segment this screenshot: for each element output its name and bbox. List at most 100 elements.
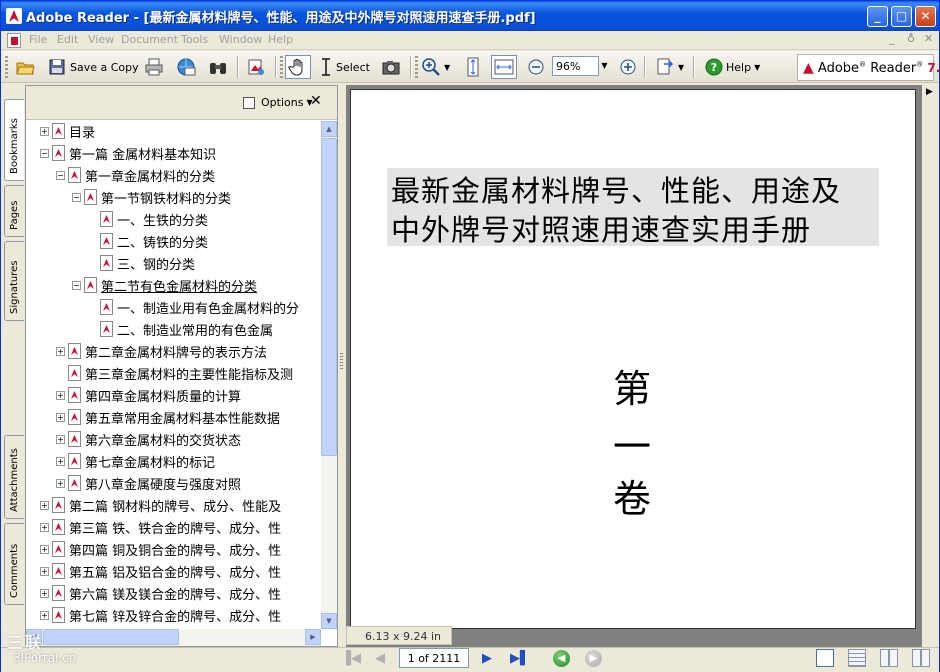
save-copy-button[interactable]: Save a Copy	[47, 55, 139, 79]
tab-comments[interactable]: Comments	[4, 523, 24, 605]
expand-icon[interactable]: +	[40, 544, 49, 554]
scroll-thumb[interactable]	[321, 138, 337, 456]
single-page-layout-icon[interactable]	[816, 649, 834, 667]
go-back-icon[interactable]: ◀	[553, 650, 570, 667]
rotate-view-button[interactable]: ▼	[655, 55, 684, 79]
bookmark-item[interactable]: + 第五章常用金属材料基本性能数据	[56, 406, 280, 428]
bookmark-item[interactable]: − 第二节有色金属材料的分类	[72, 274, 257, 296]
collapse-icon[interactable]: −	[72, 192, 81, 202]
doc-scroll-right-arrow-icon[interactable]: ▶	[926, 87, 933, 97]
help-chevron-down-icon[interactable]: ▼	[754, 63, 760, 72]
facing-layout-icon[interactable]	[880, 649, 898, 667]
continuous-layout-icon[interactable]	[848, 649, 866, 667]
zoom-dropdown-chevron-icon[interactable]: ▼	[599, 56, 610, 76]
bookmark-item[interactable]: 二、制造业常用的有色金属	[88, 318, 273, 340]
previous-page-icon[interactable]: ◀	[375, 651, 385, 670]
bookmark-item[interactable]: + 第七篇 锌及锌合金的牌号、成分、性	[40, 604, 281, 626]
document-icon[interactable]	[7, 33, 21, 48]
hscroll-thumb[interactable]	[43, 629, 179, 645]
collapse-icon[interactable]: −	[40, 148, 49, 158]
zoom-input[interactable]: 96%	[552, 56, 599, 76]
search-button[interactable]	[208, 55, 228, 79]
tab-pages[interactable]: Pages	[4, 185, 24, 237]
bookmark-item[interactable]: + 第七章金属材料的标记	[56, 450, 215, 472]
first-page-icon[interactable]: ▐◀	[341, 651, 361, 670]
expand-icon[interactable]: +	[40, 126, 49, 136]
menu-tools[interactable]: Tools	[181, 33, 208, 46]
bookmark-item[interactable]: 三、钢的分类	[88, 252, 195, 274]
maximize-button[interactable]: □	[891, 6, 912, 27]
chevron-down-icon[interactable]: ▼	[444, 63, 450, 72]
print-button[interactable]	[144, 55, 164, 79]
scroll-up-arrow-icon[interactable]: ▲	[321, 121, 337, 137]
doc-minimize-button[interactable]: _	[889, 32, 895, 45]
collapse-icon[interactable]: −	[56, 170, 65, 180]
bookmark-item[interactable]: 一、生铁的分类	[88, 208, 208, 230]
pdf-page[interactable]: 最新金属材料牌号、性能、用途及 中外牌号对照速用速查实用手册 第 一 卷	[350, 89, 916, 629]
bookmark-item[interactable]: − 第一节钢铁材料的分类	[72, 186, 231, 208]
tab-attachments[interactable]: Attachments	[4, 435, 24, 519]
next-page-icon[interactable]: ▶	[482, 651, 492, 670]
tab-bookmarks[interactable]: Bookmarks	[4, 99, 24, 181]
fit-page-button[interactable]	[463, 55, 483, 79]
expand-icon[interactable]: +	[40, 610, 49, 620]
panel-splitter[interactable]	[338, 85, 346, 647]
expand-icon[interactable]: +	[40, 500, 49, 510]
zoom-in-button[interactable]	[618, 55, 638, 79]
menu-edit[interactable]: Edit	[57, 33, 78, 46]
bookmark-item[interactable]: 第三章金属材料的主要性能指标及测	[56, 362, 293, 384]
bookmark-item[interactable]: + 第五篇 铝及铝合金的牌号、成分、性	[40, 560, 281, 582]
bookmark-item[interactable]: − 第一篇 金属材料基本知识	[40, 142, 216, 164]
doc-close-button[interactable]: ✕	[924, 32, 933, 45]
bookmark-tree[interactable]: + 目录 − 第一篇 金属材料基本知识 − 第一章金属材料的分类 − 第一节钢铁材料的分类 一、…	[26, 121, 321, 629]
expand-icon[interactable]: +	[56, 434, 65, 444]
toolbar-grip[interactable]	[5, 56, 8, 78]
scroll-right-arrow-icon[interactable]: ▶	[305, 629, 321, 645]
zoom-out-button[interactable]	[526, 55, 546, 79]
open-button[interactable]	[15, 55, 35, 79]
expand-icon[interactable]: +	[56, 346, 65, 356]
menu-window[interactable]: Window	[219, 33, 262, 46]
expand-icon[interactable]: +	[40, 522, 49, 532]
bookmark-item[interactable]: 二、铸铁的分类	[88, 230, 208, 252]
minimize-button[interactable]: _	[867, 6, 888, 27]
toolbar-grip-2[interactable]	[280, 56, 283, 78]
bookmark-item[interactable]: + 第二篇 钢材料的牌号、成分、性能及	[40, 494, 281, 516]
expand-icon[interactable]: +	[40, 588, 49, 598]
last-page-icon[interactable]: ▶▌	[510, 651, 530, 670]
panel-vertical-scrollbar[interactable]: ▲ ▼	[321, 121, 337, 629]
zoom-in-tool-button[interactable]: ▼	[421, 55, 450, 79]
bookmark-item[interactable]: + 目录	[40, 121, 95, 142]
go-forward-icon[interactable]: ▶	[585, 650, 602, 667]
expand-icon[interactable]: +	[40, 566, 49, 576]
bookmark-item[interactable]: + 第六章金属材料的交货状态	[56, 428, 241, 450]
menu-file[interactable]: File	[29, 33, 47, 46]
bookmark-item[interactable]: + 第八章金属硬度与强度对照	[56, 472, 241, 494]
bookmark-item[interactable]: + 第四篇 铜及铜合金的牌号、成分、性	[40, 538, 281, 560]
help-button[interactable]: ? Help ▼	[705, 55, 760, 79]
bookmark-item[interactable]: + 第六篇 镁及镁合金的牌号、成分、性	[40, 582, 281, 604]
tab-signatures[interactable]: Signatures	[4, 241, 24, 321]
email-button[interactable]	[176, 55, 196, 79]
select-tool-button[interactable]: Select	[319, 55, 370, 79]
toolbar-grip-3[interactable]	[415, 56, 418, 78]
document-view[interactable]: 最新金属材料牌号、性能、用途及 中外牌号对照速用速查实用手册 第 一 卷	[346, 85, 922, 647]
bookmark-item[interactable]: + 第四章金属材料质量的计算	[56, 384, 241, 406]
close-button[interactable]: ✕	[915, 6, 936, 27]
panel-close-icon[interactable]: ✕	[310, 93, 322, 109]
menu-help[interactable]: Help	[268, 33, 293, 46]
ebook-button[interactable]	[246, 55, 266, 79]
expand-icon[interactable]: +	[56, 456, 65, 466]
snapshot-button[interactable]	[381, 55, 401, 79]
panel-horizontal-scrollbar[interactable]: ◀ ▶	[26, 629, 321, 646]
document-scrollbar[interactable]: ▶	[922, 85, 939, 647]
expand-icon[interactable]: +	[56, 412, 65, 422]
expand-icon[interactable]: +	[56, 478, 65, 488]
page-number-input[interactable]: 1 of 2111	[399, 648, 469, 668]
menu-view[interactable]: View	[88, 33, 114, 46]
scroll-down-arrow-icon[interactable]: ▼	[321, 613, 337, 629]
title-bar[interactable]: Adobe Reader - [最新金属材料牌号、性能、用途及中外牌号对照速用速…	[1, 1, 939, 31]
doc-restore-button[interactable]: ♁	[907, 32, 915, 45]
options-menu[interactable]: Options ▼	[243, 96, 313, 109]
rotate-chevron-down-icon[interactable]: ▼	[678, 63, 684, 72]
